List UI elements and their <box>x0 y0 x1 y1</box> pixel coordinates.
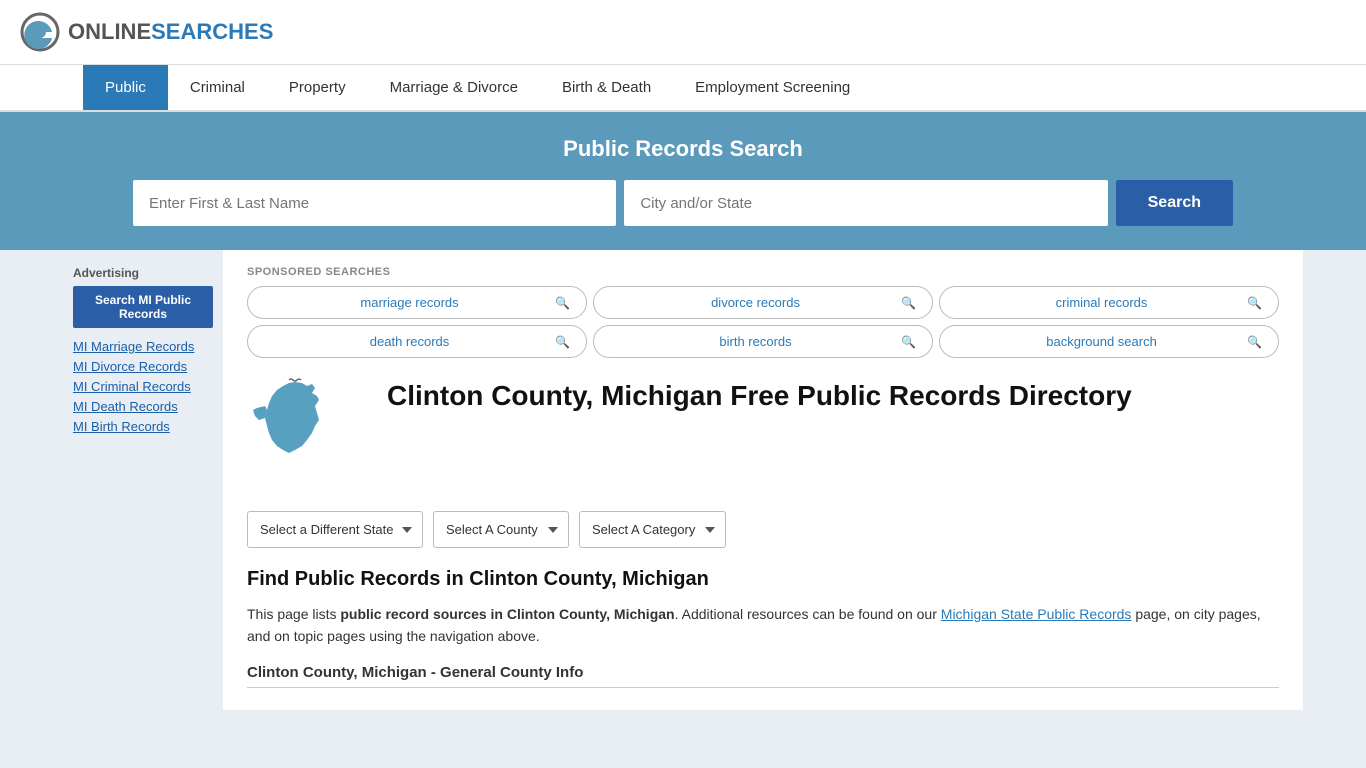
list-item: MI Marriage Records <box>73 338 213 354</box>
category-dropdown[interactable]: Select A Category <box>579 511 726 548</box>
content-area: SPONSORED SEARCHES marriage records 🔍 di… <box>223 250 1303 710</box>
search-icon-divorce: 🔍 <box>901 296 916 310</box>
name-input[interactable] <box>133 180 616 226</box>
hero-title: Public Records Search <box>20 136 1346 162</box>
find-title: Find Public Records in Clinton County, M… <box>247 568 1279 591</box>
michigan-state-link[interactable]: Michigan State Public Records <box>941 606 1132 622</box>
header: ONLINESEARCHES <box>0 0 1366 65</box>
sponsored-item-birth[interactable]: birth records 🔍 <box>593 325 933 358</box>
dropdowns-row: Select a Different State Select A County… <box>247 511 1279 548</box>
nav-item-employment[interactable]: Employment Screening <box>673 65 872 110</box>
location-input[interactable] <box>624 180 1107 226</box>
logo-text: ONLINESEARCHES <box>68 19 273 45</box>
nav-item-marriage-divorce[interactable]: Marriage & Divorce <box>368 65 540 110</box>
hero-section: Public Records Search Search <box>0 112 1366 250</box>
find-text-bold: public record sources in Clinton County,… <box>340 606 674 622</box>
sponsored-text-marriage: marriage records <box>264 295 555 310</box>
sidebar-ad-label: Advertising <box>73 266 213 280</box>
sponsored-item-marriage[interactable]: marriage records 🔍 <box>247 286 587 319</box>
sponsored-text-background: background search <box>956 334 1247 349</box>
search-icon-birth: 🔍 <box>901 335 916 349</box>
county-title-block: Clinton County, Michigan Free Public Rec… <box>387 378 1132 491</box>
county-dropdown[interactable]: Select A County <box>433 511 569 548</box>
list-item: MI Divorce Records <box>73 358 213 374</box>
state-map <box>247 378 367 491</box>
sponsored-text-birth: birth records <box>610 334 901 349</box>
search-button[interactable]: Search <box>1116 180 1233 226</box>
find-section: Find Public Records in Clinton County, M… <box>247 568 1279 688</box>
county-section: Clinton County, Michigan Free Public Rec… <box>247 378 1279 491</box>
mi-criminal-link[interactable]: MI Criminal Records <box>73 379 191 394</box>
list-item: MI Death Records <box>73 398 213 414</box>
sponsored-text-death: death records <box>264 334 555 349</box>
mi-death-link[interactable]: MI Death Records <box>73 399 178 414</box>
mi-birth-link[interactable]: MI Birth Records <box>73 419 170 434</box>
michigan-map-icon <box>247 378 347 488</box>
main-nav: Public Criminal Property Marriage & Divo… <box>0 65 1366 112</box>
sponsored-text-divorce: divorce records <box>610 295 901 310</box>
state-dropdown[interactable]: Select a Different State <box>247 511 423 548</box>
search-icon-death: 🔍 <box>555 335 570 349</box>
sponsored-label: SPONSORED SEARCHES <box>247 266 1279 278</box>
mi-marriage-link[interactable]: MI Marriage Records <box>73 339 194 354</box>
nav-item-property[interactable]: Property <box>267 65 368 110</box>
sidebar-links: MI Marriage Records MI Divorce Records M… <box>73 338 213 434</box>
sponsored-text-criminal: criminal records <box>956 295 1247 310</box>
main-container: Advertising Search MI Public Records MI … <box>63 250 1303 710</box>
general-info-header: Clinton County, Michigan - General Count… <box>247 664 1279 688</box>
list-item: MI Criminal Records <box>73 378 213 394</box>
sponsored-item-criminal[interactable]: criminal records 🔍 <box>939 286 1279 319</box>
find-description: This page lists public record sources in… <box>247 603 1279 648</box>
sponsored-item-background[interactable]: background search 🔍 <box>939 325 1279 358</box>
sidebar: Advertising Search MI Public Records MI … <box>63 250 223 710</box>
sponsored-grid: marriage records 🔍 divorce records 🔍 cri… <box>247 286 1279 358</box>
nav-item-birth-death[interactable]: Birth & Death <box>540 65 673 110</box>
sponsored-item-death[interactable]: death records 🔍 <box>247 325 587 358</box>
sponsored-item-divorce[interactable]: divorce records 🔍 <box>593 286 933 319</box>
find-text-1: This page lists <box>247 606 340 622</box>
find-text-2: . Additional resources can be found on o… <box>675 606 941 622</box>
county-title: Clinton County, Michigan Free Public Rec… <box>387 378 1132 414</box>
logo: ONLINESEARCHES <box>20 12 273 52</box>
search-icon-background: 🔍 <box>1247 335 1262 349</box>
nav-item-criminal[interactable]: Criminal <box>168 65 267 110</box>
search-icon-marriage: 🔍 <box>555 296 570 310</box>
sidebar-ad-button[interactable]: Search MI Public Records <box>73 286 213 328</box>
nav-item-public[interactable]: Public <box>83 65 168 110</box>
list-item: MI Birth Records <box>73 418 213 434</box>
mi-divorce-link[interactable]: MI Divorce Records <box>73 359 187 374</box>
logo-icon <box>20 12 60 52</box>
search-bar: Search <box>133 180 1233 226</box>
search-icon-criminal: 🔍 <box>1247 296 1262 310</box>
